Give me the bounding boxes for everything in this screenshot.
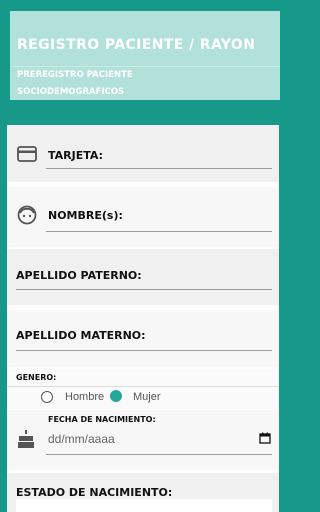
apellido-materno-row: APELLIDO MATERNO: xyxy=(7,311,279,367)
tarjeta-label: TARJETA: xyxy=(48,149,104,162)
calendar-icon[interactable] xyxy=(259,432,271,444)
radio-hombre[interactable] xyxy=(41,391,53,403)
apellido-materno-input[interactable] xyxy=(16,350,272,351)
estado-label: ESTADO DE NACIMIENTO: xyxy=(16,486,173,499)
fecha-row: FECHA DE NACIMIENTO: dd/mm/aaaa xyxy=(7,410,279,470)
apellido-paterno-row: APELLIDO PATERNO: xyxy=(7,249,279,305)
app-header: REGISTRO PACIENTE / RAYON PREREGISTRO PA… xyxy=(10,11,280,100)
fecha-underline xyxy=(46,454,272,455)
apellido-materno-label: APELLIDO MATERNO: xyxy=(16,329,146,342)
radio-hombre-label: Hombre xyxy=(65,391,105,403)
apellido-paterno-input[interactable] xyxy=(16,289,272,290)
page-title: REGISTRO PACIENTE / RAYON xyxy=(17,37,256,53)
section-title: PREREGISTRO PACIENTE xyxy=(17,70,133,80)
fecha-input[interactable]: dd/mm/aaaa xyxy=(48,432,115,446)
genero-divider xyxy=(7,386,279,387)
cake-icon xyxy=(18,430,34,448)
estado-select[interactable] xyxy=(16,499,272,512)
apellido-paterno-label: APELLIDO PATERNO: xyxy=(16,269,142,282)
section-subtitle: SOCIODEMOGRAFICOS xyxy=(17,87,125,97)
patient-form: TARJETA: NOMBRE(s): APELLIDO PATERNO: AP… xyxy=(7,125,279,512)
nombre-input[interactable] xyxy=(46,231,272,232)
genero-row: GENERO: Hombre Mujer xyxy=(7,369,279,409)
credit-card-icon xyxy=(17,146,37,162)
nombre-label: NOMBRE(s): xyxy=(48,209,123,222)
header-divider xyxy=(10,66,280,67)
tarjeta-row: TARJETA: xyxy=(7,125,279,182)
radio-mujer-label: Mujer xyxy=(133,391,161,403)
fecha-label: FECHA DE NACIMIENTO: xyxy=(48,415,156,424)
genero-label: GENERO: xyxy=(16,373,57,382)
estado-row: ESTADO DE NACIMIENTO: xyxy=(7,473,279,512)
nombre-row: NOMBRE(s): xyxy=(7,187,279,247)
tarjeta-input[interactable] xyxy=(46,168,272,169)
face-icon xyxy=(17,205,37,225)
radio-mujer[interactable] xyxy=(110,390,122,402)
